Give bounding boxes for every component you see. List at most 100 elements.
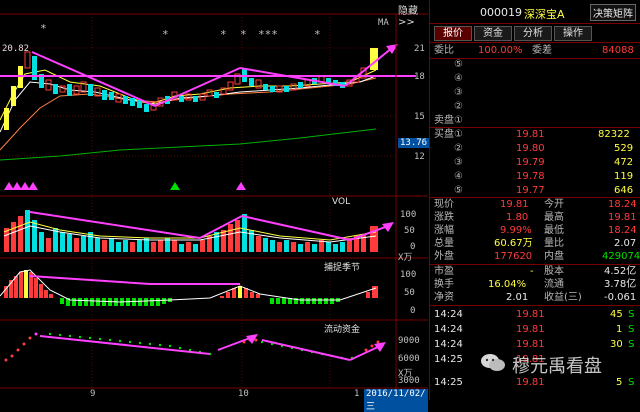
price-label-18: 18 (414, 72, 425, 82)
quote-label: 内盘 (544, 251, 564, 262)
quote-value: 429074 (602, 251, 640, 262)
bid-price: 19.77 (516, 185, 545, 196)
tick-row: 14:24 19.81 45 S (432, 308, 638, 321)
quote-label: 今开 (544, 199, 564, 210)
weibi-value: 100.00% (478, 45, 523, 56)
ma-corner-label: MA (378, 18, 389, 28)
fundamental-value: 16.04% (488, 279, 527, 290)
volume-tick-100: 100 (400, 210, 417, 220)
quote-label: 外盘 (434, 251, 454, 262)
tab-analysis[interactable]: 分析 (514, 26, 552, 41)
ma-yellow-line (0, 69, 377, 121)
bid-price: 19.80 (516, 143, 545, 154)
ask-row: 卖盘① (432, 114, 638, 127)
seasonal-title[interactable]: 捕捉季节 (322, 260, 363, 273)
fundamental-value: 4.52亿 (604, 266, 637, 277)
bid-level-label: ④ (454, 171, 463, 182)
bid-row: ④ 19.78 119 (432, 170, 638, 183)
tick-flag: S (628, 309, 635, 320)
tick-time: 14:24 (434, 324, 463, 335)
fundamental-row: 换手 16.04% 流通 3.78亿 (432, 278, 638, 291)
star-mark: * (162, 28, 169, 41)
watermark: 穆元禹看盘 (480, 350, 638, 378)
bid-volume: 82322 (598, 129, 630, 140)
watermark-text: 穆元禹看盘 (512, 356, 602, 377)
quote-label: 现价 (434, 199, 454, 210)
collapse-button[interactable]: 隐藏 >> (398, 2, 428, 28)
volume-title[interactable]: VOL (330, 197, 353, 207)
tick-time: 14:24 (434, 309, 463, 320)
fundamental-label: 收益(三) (544, 292, 582, 303)
chart-area[interactable]: 隐藏 >> 20.82 MA 21 18 15 12 13.76 * * * *… (0, 0, 430, 412)
quote-row: 外盘 177620 内盘 429074 (432, 250, 640, 263)
fundamental-row: 净资 2.01 收益(三) -0.061 (432, 291, 638, 304)
decision-matrix-button[interactable]: 决策矩阵 (590, 4, 636, 21)
capital-tick-6000: 6000 (398, 354, 420, 364)
tick-volume: 1 (616, 324, 623, 335)
bid-level-label: 买盘① (434, 129, 463, 140)
weibi-label: 委比 (434, 45, 454, 56)
star-mark: * (40, 22, 47, 35)
tick-flag: S (628, 324, 635, 335)
bid-volume: 529 (614, 143, 634, 154)
tick-time: 14:24 (434, 339, 463, 350)
fundamental-value: -0.061 (604, 292, 637, 303)
bid-row: ⑤ 19.77 646 (432, 184, 638, 197)
quote-row: 总量 60.67万 量比 2.07 (432, 237, 638, 250)
capital-tick-3000: 3000 (398, 376, 420, 386)
bid-level-label: ⑤ (454, 185, 463, 196)
ask-row: ⑤ (432, 58, 638, 71)
fundamental-value: - (530, 266, 534, 277)
quote-value: 2.07 (614, 238, 637, 249)
star-mark: *** (258, 28, 278, 41)
quote-label: 最高 (544, 212, 564, 223)
seasonal-tick-0: 0 (410, 306, 416, 316)
tick-time: 14:25 (434, 354, 463, 365)
fundamental-label: 流通 (544, 279, 564, 290)
x-label-10: 10 (238, 389, 249, 399)
price-label-12: 12 (414, 152, 425, 162)
x-label-9: 9 (90, 389, 96, 399)
stock-code: 000019 (480, 6, 522, 19)
fundamental-label: 股本 (544, 266, 564, 277)
quote-value: 60.67万 (494, 238, 533, 249)
x-label-1: 1 (354, 389, 360, 399)
tab-quote[interactable]: 报价 (434, 26, 472, 41)
quote-value: 18.24 (608, 225, 637, 236)
fundamental-label: 市盈 (434, 266, 454, 277)
fundamental-label: 换手 (434, 279, 454, 290)
tick-time: 14:25 (434, 377, 463, 388)
seasonal-tick-100: 100 (400, 270, 417, 280)
quote-label: 涨幅 (434, 225, 454, 236)
bid-volume: 472 (614, 157, 634, 168)
ask-row: ③ (432, 86, 638, 99)
quote-row: 涨幅 9.99% 最低 18.24 (432, 224, 638, 237)
fundamental-value: 3.78亿 (604, 279, 637, 290)
seasonal-bars (4, 270, 378, 306)
seasonal-tick-50: 50 (404, 288, 415, 298)
quote-value: 18.24 (608, 199, 637, 210)
bid-row: ③ 19.79 472 (432, 156, 638, 169)
wechat-icon (481, 354, 505, 371)
volume-tick-50: 50 (404, 226, 415, 236)
ask-level-label: ② (454, 101, 463, 112)
bid-row: ② 19.80 529 (432, 142, 638, 155)
volume-unit: X万 (398, 253, 413, 263)
star-mark: * (314, 28, 321, 41)
weicha-label: 委差 (532, 45, 552, 56)
tab-operation[interactable]: 操作 (554, 26, 592, 41)
tab-capital[interactable]: 资金 (474, 26, 512, 41)
fundamental-value: 2.01 (506, 292, 529, 303)
capital-dots (4, 332, 380, 362)
stock-header: 000019 深深宝A 决策矩阵 (432, 4, 638, 21)
star-mark: * (240, 28, 247, 41)
ask-level-label: 卖盘① (434, 115, 463, 126)
ask-level-label: ⑤ (454, 59, 463, 70)
bid-row: 买盘① 19.81 82322 (432, 128, 638, 141)
bid-volume: 119 (614, 171, 634, 182)
fundamental-label: 净资 (434, 292, 454, 303)
tick-row: 14:24 19.81 1 S (432, 323, 638, 336)
current-price-tag: 13.76 (398, 138, 430, 148)
bid-price: 19.78 (516, 171, 545, 182)
capital-title[interactable]: 流动资金 (322, 322, 363, 335)
